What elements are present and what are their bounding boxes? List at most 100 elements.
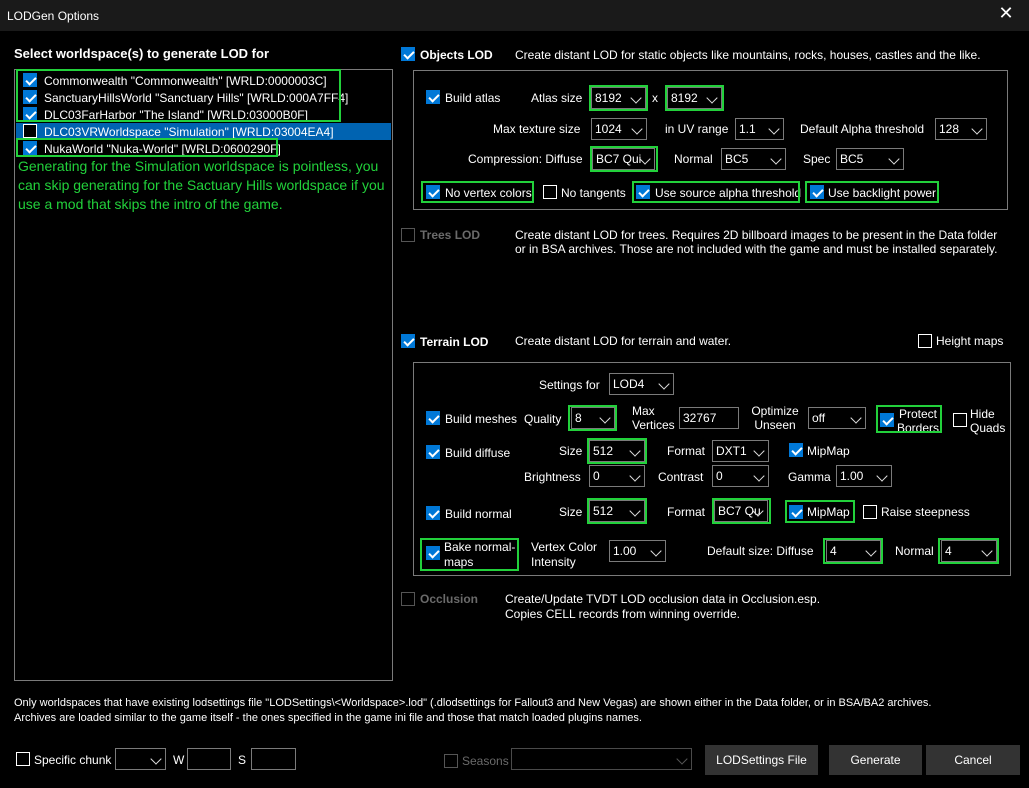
atlas-height-select[interactable]: 8192 <box>667 87 722 109</box>
objects-lod-checkbox[interactable] <box>401 47 415 61</box>
chevron-down-icon <box>629 505 641 517</box>
worldspace-header: Select worldspace(s) to generate LOD for <box>14 46 270 61</box>
default-normal-label: Normal <box>895 544 934 558</box>
quality-label: Quality <box>524 412 562 426</box>
default-normal-select[interactable]: 4 <box>941 540 997 562</box>
contrast-label: Contrast <box>658 470 704 484</box>
gamma-value: 1.00 <box>840 469 864 483</box>
normal-mipmap-checkbox[interactable] <box>789 505 803 519</box>
max-vertices-input[interactable]: 32767 <box>679 407 739 429</box>
normal-format-select[interactable]: BC7 Qu <box>714 500 768 522</box>
atlas-width-value: 8192 <box>595 91 622 105</box>
seasons-checkbox[interactable] <box>444 754 458 768</box>
footer-info-1: Only worldspaces that have existing lods… <box>14 697 932 709</box>
protect-borders-label: Protect Borders <box>897 407 940 435</box>
worldspace-checkbox[interactable] <box>23 107 37 121</box>
default-diffuse-select[interactable]: 4 <box>826 540 881 562</box>
atlas-size-label: Atlas size <box>531 91 583 105</box>
max-texture-select[interactable]: 1024 <box>591 118 647 140</box>
trees-lod-checkbox[interactable] <box>401 228 415 242</box>
seasons-select[interactable] <box>511 748 692 770</box>
optimize-unseen-select[interactable]: off <box>808 407 866 429</box>
no-tangents-checkbox[interactable] <box>543 185 557 199</box>
settings-for-label: Settings for <box>539 378 600 392</box>
quality-select[interactable]: 8 <box>571 407 615 429</box>
title-bar <box>0 0 1029 31</box>
chunk-select[interactable] <box>115 748 166 770</box>
compression-spec-value: BC5 <box>840 152 864 166</box>
chunk-w-label: W <box>173 753 185 767</box>
terrain-lod-desc: Create distant LOD for terrain and water… <box>515 334 732 348</box>
build-diffuse-checkbox[interactable] <box>426 445 440 459</box>
chunk-s-label: S <box>238 753 247 767</box>
worldspace-item-farharbor[interactable]: DLC03FarHarbor "The Island" [WRLD:03000B… <box>16 106 391 123</box>
uv-range-select[interactable]: 1.1 <box>735 118 784 140</box>
gamma-select[interactable]: 1.00 <box>836 465 892 487</box>
atlas-x-label: x <box>652 91 658 105</box>
build-normal-checkbox[interactable] <box>426 506 440 520</box>
occlusion-checkbox[interactable] <box>401 592 415 606</box>
compression-diffuse-select[interactable]: BC7 Qui <box>592 148 655 170</box>
atlas-width-select[interactable]: 8192 <box>591 87 646 109</box>
diffuse-mipmap-checkbox[interactable] <box>789 443 803 457</box>
worldspace-checkbox[interactable] <box>23 90 37 104</box>
use-backlight-checkbox[interactable] <box>810 185 824 199</box>
specific-chunk-checkbox[interactable] <box>16 752 30 766</box>
seasons-label: Seasons <box>462 754 509 768</box>
chevron-down-icon <box>676 753 688 765</box>
no-tangents-label: No tangents <box>561 186 626 200</box>
worldspace-item-simulation[interactable]: DLC03VRWorldspace "Simulation" [WRLD:030… <box>16 123 391 140</box>
worldspace-checkbox[interactable] <box>23 124 37 138</box>
chevron-down-icon <box>630 92 642 104</box>
bake-normal-maps-checkbox[interactable] <box>426 546 440 560</box>
raise-steepness-checkbox[interactable] <box>863 505 877 519</box>
contrast-value: 0 <box>716 469 723 483</box>
protect-borders-checkbox[interactable] <box>880 413 894 427</box>
height-maps-label: Height maps <box>936 334 1004 348</box>
build-meshes-checkbox[interactable] <box>426 411 440 425</box>
worldspace-item-commonwealth[interactable]: Commonwealth "Commonwealth" [WRLD:000000… <box>16 72 391 89</box>
build-diffuse-label: Build diffuse <box>445 446 511 460</box>
quality-value: 8 <box>575 411 582 425</box>
compression-normal-value: BC5 <box>725 152 749 166</box>
hide-quads-checkbox[interactable] <box>953 413 967 427</box>
normal-format-label: Format <box>667 505 706 519</box>
cancel-button[interactable]: Cancel <box>926 745 1020 775</box>
alpha-threshold-label: Default Alpha threshold <box>800 122 925 136</box>
contrast-select[interactable]: 0 <box>712 465 769 487</box>
chevron-down-icon <box>865 545 877 557</box>
alpha-threshold-select[interactable]: 128 <box>935 118 987 140</box>
diffuse-size-label: Size <box>559 444 583 458</box>
diffuse-size-select[interactable]: 512 <box>589 440 645 462</box>
bake-normal-maps-label: Bake normal-maps <box>444 540 516 569</box>
worldspace-item-nukaworld[interactable]: NukaWorld "Nuka-World" [WRLD:0600290F] <box>16 140 391 157</box>
close-button[interactable]: ✕ <box>994 4 1018 26</box>
terrain-lod-checkbox[interactable] <box>401 334 415 348</box>
settings-for-select[interactable]: LOD4 <box>609 373 674 395</box>
chunk-w-input[interactable] <box>187 748 231 770</box>
generate-button[interactable]: Generate <box>829 745 922 775</box>
build-atlas-checkbox[interactable] <box>426 90 440 104</box>
worldspace-checkbox[interactable] <box>23 73 37 87</box>
compression-spec-select[interactable]: BC5 <box>836 148 904 170</box>
chevron-down-icon <box>888 153 900 165</box>
worldspace-checkbox[interactable] <box>23 141 37 155</box>
use-source-alpha-checkbox[interactable] <box>636 185 650 199</box>
height-maps-checkbox[interactable] <box>918 334 932 348</box>
vertex-color-select[interactable]: 1.00 <box>609 540 666 562</box>
brightness-select[interactable]: 0 <box>589 465 645 487</box>
worldspace-label: DLC03VRWorldspace "Simulation" [WRLD:030… <box>44 125 334 139</box>
lodsettings-file-button[interactable]: LODSettings File <box>705 745 818 775</box>
brightness-label: Brightness <box>524 470 581 484</box>
annotation-note: Generating for the Simulation worldspace… <box>18 158 385 212</box>
max-texture-value: 1024 <box>595 122 622 136</box>
compression-normal-select[interactable]: BC5 <box>721 148 786 170</box>
chevron-down-icon <box>850 412 862 424</box>
diffuse-format-select[interactable]: DXT1 <box>712 440 769 462</box>
worldspace-item-sanctuary[interactable]: SanctuaryHillsWorld "Sanctuary Hills" [W… <box>16 89 391 106</box>
normal-size-select[interactable]: 512 <box>589 500 645 522</box>
chevron-down-icon <box>876 470 888 482</box>
no-vertex-colors-checkbox[interactable] <box>426 185 440 199</box>
chevron-down-icon <box>971 123 983 135</box>
chunk-s-input[interactable] <box>251 748 296 770</box>
